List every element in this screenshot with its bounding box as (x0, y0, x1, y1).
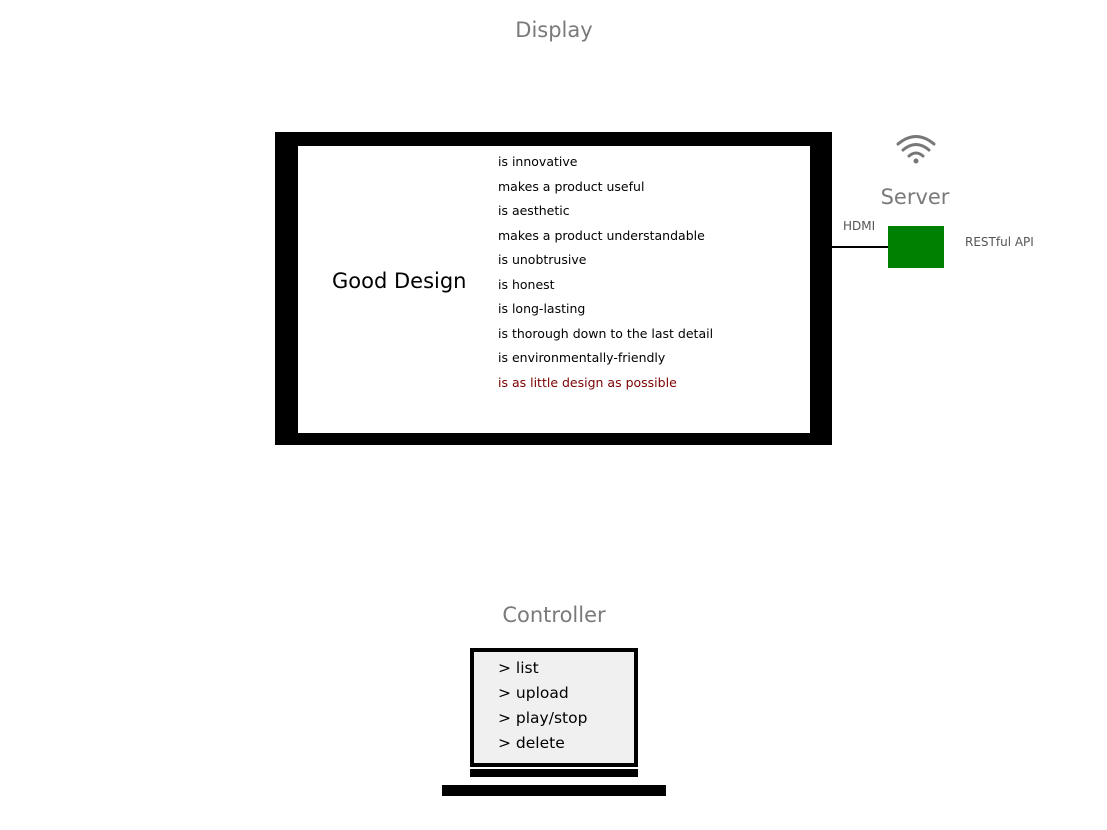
server-box (888, 226, 944, 268)
command-item-list[interactable]: > list (498, 656, 587, 681)
principle-item: makes a product useful (498, 178, 645, 194)
display-monitor: Good Design is innovative makes a produc… (275, 132, 832, 445)
principle-item: is environmentally-friendly (498, 350, 666, 365)
principle-item: makes a product understandable (498, 227, 705, 243)
laptop-hinge (470, 769, 638, 777)
command-item-play-stop[interactable]: > play/stop (498, 706, 587, 731)
laptop-base (442, 785, 666, 796)
command-item-upload[interactable]: > upload (498, 681, 587, 706)
hdmi-cable (832, 246, 889, 248)
controller-laptop-screen: > list > upload > play/stop > delete (470, 648, 638, 767)
principle-item: is honest (498, 276, 555, 292)
wifi-icon (896, 135, 936, 164)
display-screen: Good Design is innovative makes a produc… (298, 146, 810, 433)
hdmi-label: HDMI (843, 219, 876, 233)
principle-item: is innovative (498, 154, 578, 169)
restful-api-label: RESTful API (965, 235, 1034, 249)
command-item-delete[interactable]: > delete (498, 731, 587, 756)
display-title: Display (515, 18, 593, 42)
principle-item: is thorough down to the last detail (498, 325, 714, 341)
server-title: Server (880, 185, 950, 209)
command-list: > list > upload > play/stop > delete (498, 656, 587, 756)
principles-list: is innovative makes a product useful is … (498, 150, 713, 395)
principle-item: is long-lasting (498, 301, 586, 316)
controller-title: Controller (502, 603, 606, 627)
slide-title: Good Design (332, 269, 467, 293)
principle-item-highlighted: is as little design as possible (498, 374, 677, 390)
principle-item: is unobtrusive (498, 252, 587, 267)
principle-item: is aesthetic (498, 203, 570, 218)
